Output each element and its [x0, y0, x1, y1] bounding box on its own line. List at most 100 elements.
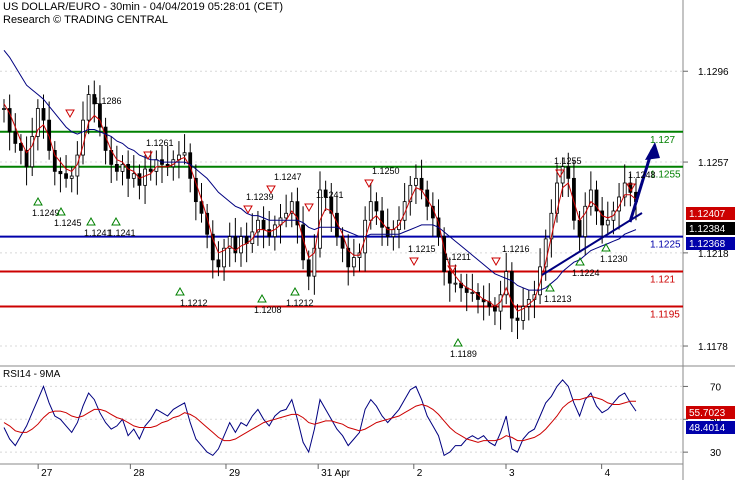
support-marker-icon — [453, 337, 463, 347]
level-label: 1.1225 — [650, 240, 681, 251]
support-marker-icon — [111, 216, 121, 226]
candle-body — [267, 229, 272, 237]
candle-body — [41, 108, 46, 121]
price-candles — [2, 80, 638, 340]
high-label: 1.1261 — [146, 138, 174, 148]
low-label: 1.1245 — [54, 218, 82, 228]
rsi-line — [3, 379, 637, 457]
level-label: 1.121 — [650, 275, 675, 286]
low-label: 1.1224 — [572, 268, 600, 278]
resistance-marker-icon — [364, 179, 374, 189]
high-label: 1.1248 — [628, 170, 656, 180]
high-label: 1.1239 — [246, 192, 274, 202]
support-marker-icon — [257, 293, 267, 303]
chart-svg: 1.1271.12551.12251.1211.1195 1.12861.126… — [0, 0, 735, 480]
candle-body — [515, 317, 520, 321]
candle-body — [86, 94, 91, 121]
resistance-marker-icon — [65, 109, 75, 119]
price-axis: 1.1296 1.1257 1.1218 1.1178 1.12407 1.12384 1.… — [683, 67, 735, 353]
candle-body — [30, 136, 35, 168]
low-label: 1.1212 — [286, 298, 314, 308]
candle-body — [137, 173, 142, 186]
candle-body — [148, 168, 153, 172]
time-tick-label: 31 Apr — [321, 468, 351, 479]
candle-body — [447, 271, 452, 284]
candle-body — [126, 163, 131, 179]
price-tick-label: 1.1178 — [698, 342, 728, 353]
time-tick-label: 29 — [229, 468, 241, 479]
candle-body — [414, 177, 418, 186]
candle-body — [605, 219, 610, 226]
candle-body — [577, 219, 582, 237]
support-marker-icon — [290, 286, 300, 296]
high-label: 1.1215 — [408, 244, 436, 254]
candle-body — [493, 306, 497, 312]
time-tick-label: 27 — [41, 468, 53, 479]
low-label: 1.1230 — [600, 254, 628, 264]
candle-body — [58, 170, 63, 175]
high-label: 1.1211 — [444, 252, 471, 262]
candle-body — [453, 282, 458, 285]
resistance-marker-icon — [491, 257, 501, 267]
candle-body — [380, 210, 384, 228]
candle-body — [470, 292, 475, 294]
rsi-tick-label: 30 — [710, 448, 722, 459]
rsi-tick-label: 70 — [710, 382, 722, 393]
candle-body — [69, 175, 74, 179]
candle-body — [272, 224, 277, 237]
candle-body — [154, 159, 159, 172]
candle-body — [13, 131, 18, 144]
candle-body — [2, 108, 6, 110]
resistance-marker-icon — [304, 203, 314, 213]
support-marker-icon — [86, 216, 96, 226]
price-tick-label: 1.1257 — [698, 158, 729, 169]
support-marker-icon — [545, 282, 555, 292]
rsi-grid — [0, 385, 683, 453]
candle-body — [374, 201, 379, 212]
low-label: 1.1249 — [32, 208, 60, 218]
candle-body — [391, 229, 396, 237]
low-label: 1.1212 — [180, 298, 208, 308]
support-marker-icon — [175, 286, 185, 296]
candle-body — [19, 143, 23, 151]
low-label: 1.1213 — [544, 294, 572, 304]
rsi-value-label: 48.4014 — [689, 423, 726, 434]
candle-body — [566, 166, 571, 179]
candle-body — [143, 168, 147, 186]
candle-body — [261, 219, 266, 230]
time-tick-label: 4 — [605, 468, 611, 479]
candle-body — [239, 236, 243, 254]
candle-body — [351, 257, 356, 268]
rsi-axis: 70503055.702348.4014 — [683, 382, 735, 459]
candle-body — [182, 152, 187, 156]
candle-body — [64, 173, 68, 179]
high-label: 1.1241 — [316, 190, 344, 200]
chart-window: US DOLLAR/EURO - 30min - 04/04/2019 05:2… — [0, 0, 735, 480]
support-marker-icon — [33, 196, 43, 206]
resistance-marker-icon — [409, 257, 419, 267]
candle-body — [368, 201, 373, 221]
low-label: 1.1208 — [254, 305, 282, 315]
rsi-title: RSI14 - 9MA — [3, 369, 61, 380]
high-label: 1.1247 — [274, 172, 302, 182]
low-label: 1.1189 — [450, 349, 477, 359]
candle-body — [114, 163, 119, 172]
rsi-value-label: 55.7023 — [689, 408, 726, 419]
high-label: 1.1286 — [94, 96, 122, 106]
level-label: 1.1195 — [650, 309, 680, 320]
time-tick-label: 28 — [133, 468, 145, 479]
annotations: 1.1286 1.1261 1.12391.1247 1.1241 1.1250 1.12… — [32, 96, 656, 359]
time-tick-label: 3 — [509, 468, 515, 479]
price-value-label: 1.12368 — [689, 239, 726, 250]
candle-body — [284, 212, 289, 219]
price-tick-label: 1.1296 — [698, 67, 729, 78]
candle-body — [131, 173, 136, 179]
price-tick-label: 1.1218 — [698, 249, 729, 260]
time-tick-label: 2 — [417, 468, 423, 479]
price-value-label: 1.12384 — [689, 224, 726, 235]
high-label: 1.1216 — [502, 244, 530, 254]
candle-body — [306, 259, 311, 277]
high-label: 1.1255 — [554, 156, 582, 166]
low-label: 1.1241 — [108, 228, 136, 238]
high-label: 1.1250 — [372, 166, 400, 176]
